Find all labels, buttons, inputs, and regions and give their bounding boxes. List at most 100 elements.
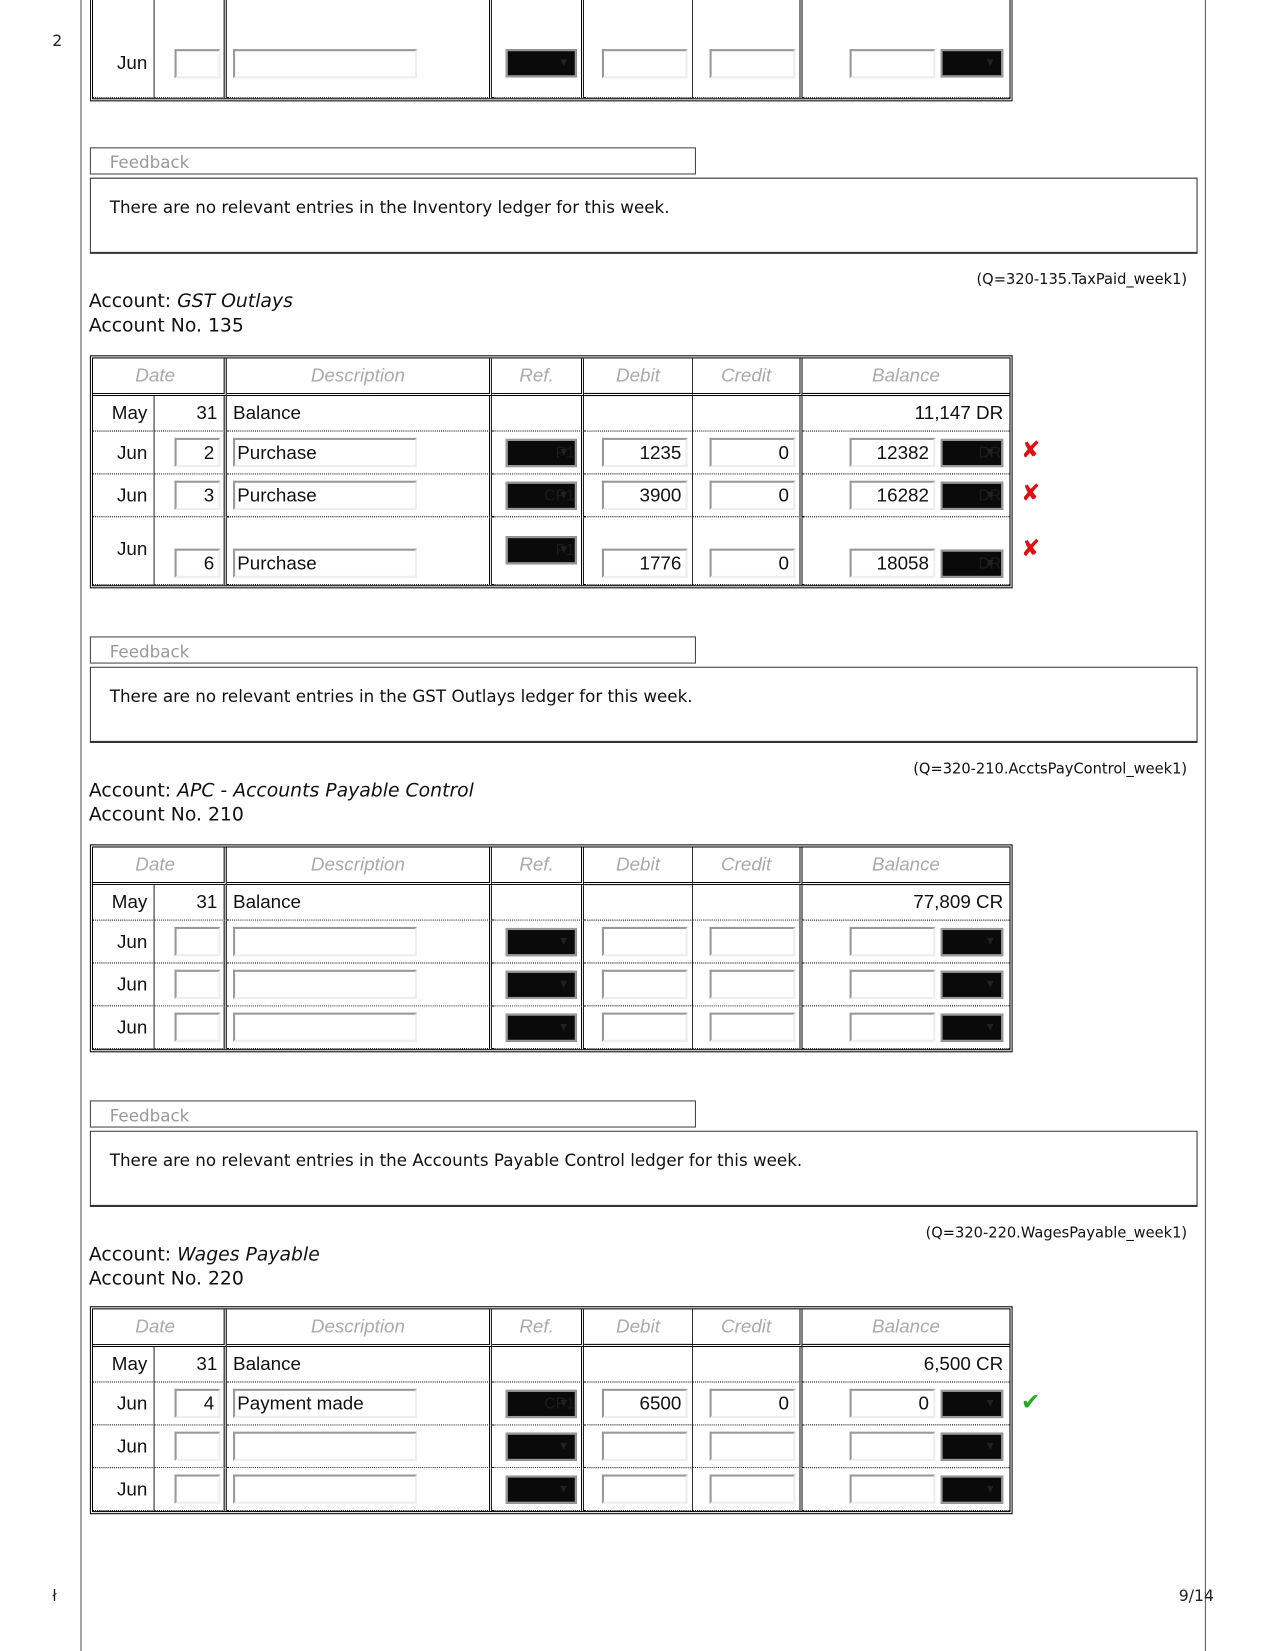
month: Jun [117,1478,148,1500]
ref-select[interactable]: P1 ▼ [505,536,577,565]
ref-select[interactable]: P1 ▼ [505,438,577,467]
dr-cr-select[interactable]: ▼ [940,1475,1004,1504]
day-cell: 3 [154,474,227,518]
chevron-down-icon: ▼ [558,934,570,948]
credit-input[interactable]: 0 [709,548,796,578]
debit-input[interactable]: 1776 [601,548,688,578]
chevron-down-icon: ▼ [558,1020,570,1033]
ref-cell: P1 ▼ [492,431,585,475]
ref-select[interactable]: ▼ [505,1475,577,1504]
description-input[interactable] [233,926,417,957]
dr-cr-select[interactable]: ▼ [940,1432,1004,1461]
ref-select[interactable]: CP1 ▼ [505,1389,577,1418]
header-credit: Credit [692,358,803,397]
header-credit-label: Credit [721,364,772,386]
balance-input[interactable]: 0 [849,1388,936,1419]
day-input[interactable] [174,926,221,957]
day-input[interactable] [174,1474,221,1504]
description-input[interactable] [233,1474,417,1504]
credit-cell: 0 [692,431,803,475]
day-input[interactable] [174,969,221,1000]
dr-cr-select[interactable]: ▼ [940,1013,1004,1042]
day-input[interactable]: 3 [174,480,221,510]
description-input[interactable] [233,969,417,1000]
table-row: Jun ▼ ▼ [93,920,1010,964]
day-input[interactable]: 6 [174,548,221,578]
description-input[interactable]: Purchase [233,437,417,468]
ref-select[interactable]: CP1 ▼ [505,481,577,510]
day-input[interactable] [174,48,221,78]
description-input[interactable]: Purchase [233,548,417,578]
ref-select[interactable]: ▼ [505,49,577,78]
credit-input[interactable] [709,969,796,1000]
feedback-box: There are no relevant entries in the GST… [89,666,1198,743]
credit-input[interactable] [709,48,796,78]
description-input[interactable] [233,1012,417,1042]
description-input[interactable]: Payment made [233,1388,417,1419]
debit-input[interactable] [601,1012,688,1042]
dr-cr-select[interactable]: ▼ [940,1389,1004,1418]
ref-select[interactable]: ▼ [505,1013,577,1042]
credit-input[interactable] [709,1012,796,1042]
debit-input[interactable] [601,926,688,957]
credit-input[interactable] [709,1474,796,1504]
ref-cell: ▼ [492,1425,585,1469]
balance-input[interactable]: 18058 [849,548,936,578]
debit-input[interactable]: 1235 [601,437,688,468]
dr-cr-select[interactable]: DR ▼ [940,481,1004,510]
dr-cr-select[interactable]: DR ▼ [940,549,1004,578]
balance-input[interactable] [849,1431,936,1461]
credit-input[interactable]: 0 [709,1388,796,1419]
month: May [111,891,148,913]
balance-input[interactable]: 12382 [849,437,936,468]
ref-cell [492,1347,585,1383]
balance-input[interactable] [849,926,936,957]
debit-input[interactable] [601,969,688,1000]
month: Jun [117,1392,148,1414]
ref-select[interactable]: ▼ [505,970,577,999]
balance-input[interactable] [849,1012,936,1042]
table-row: Jun ▼ ▼ [93,1425,1010,1469]
debit-cell: 1235 [584,431,693,475]
ref-select[interactable]: ▼ [505,927,577,956]
month-cell: Jun [93,1425,155,1469]
day-input[interactable]: 4 [174,1388,221,1419]
dr-cr-select[interactable]: ▼ [940,927,1004,956]
description-input[interactable] [233,48,417,78]
account-name-line: Account: Wages Payable [89,1243,320,1267]
credit-input[interactable]: 0 [709,480,796,510]
description-input[interactable] [233,1431,417,1461]
day-input[interactable]: 2 [174,437,221,468]
debit-input[interactable]: 6500 [601,1388,688,1419]
dr-cr-select[interactable]: ▼ [940,970,1004,999]
description-input[interactable]: Purchase [233,480,417,510]
day-input[interactable] [174,1431,221,1461]
debit-cell [584,396,693,432]
credit-cell [692,0,803,99]
balance-input[interactable] [849,48,936,78]
dr-cr-select[interactable]: ▼ [940,49,1004,78]
credit-input[interactable]: 0 [709,437,796,468]
balance-cell: 6,500 CR [802,1347,1010,1383]
debit-cell [584,1468,693,1512]
balance-input[interactable] [849,1474,936,1504]
account-label: Account: [88,1243,172,1266]
debit-cell [584,963,693,1007]
debit-input[interactable] [601,1431,688,1461]
dr-cr-select[interactable]: DR ▼ [940,438,1004,467]
debit-input[interactable] [601,48,688,78]
margin-char: ł [52,1586,57,1606]
balance-input[interactable] [849,969,936,1000]
ref-select[interactable]: ▼ [505,1432,577,1461]
month-cell: Jun [93,920,155,964]
debit-input[interactable] [601,1474,688,1504]
day-cell [154,1006,227,1050]
table-row: Jun ▼ ▼ [93,0,1010,99]
day-input[interactable] [174,1012,221,1042]
balance-cell: 77,809 CR [802,885,1010,921]
credit-input[interactable] [709,1431,796,1461]
debit-input[interactable]: 3900 [601,480,688,510]
ref-cell: ▼ [492,963,585,1007]
balance-input[interactable]: 16282 [849,480,936,510]
credit-input[interactable] [709,926,796,957]
